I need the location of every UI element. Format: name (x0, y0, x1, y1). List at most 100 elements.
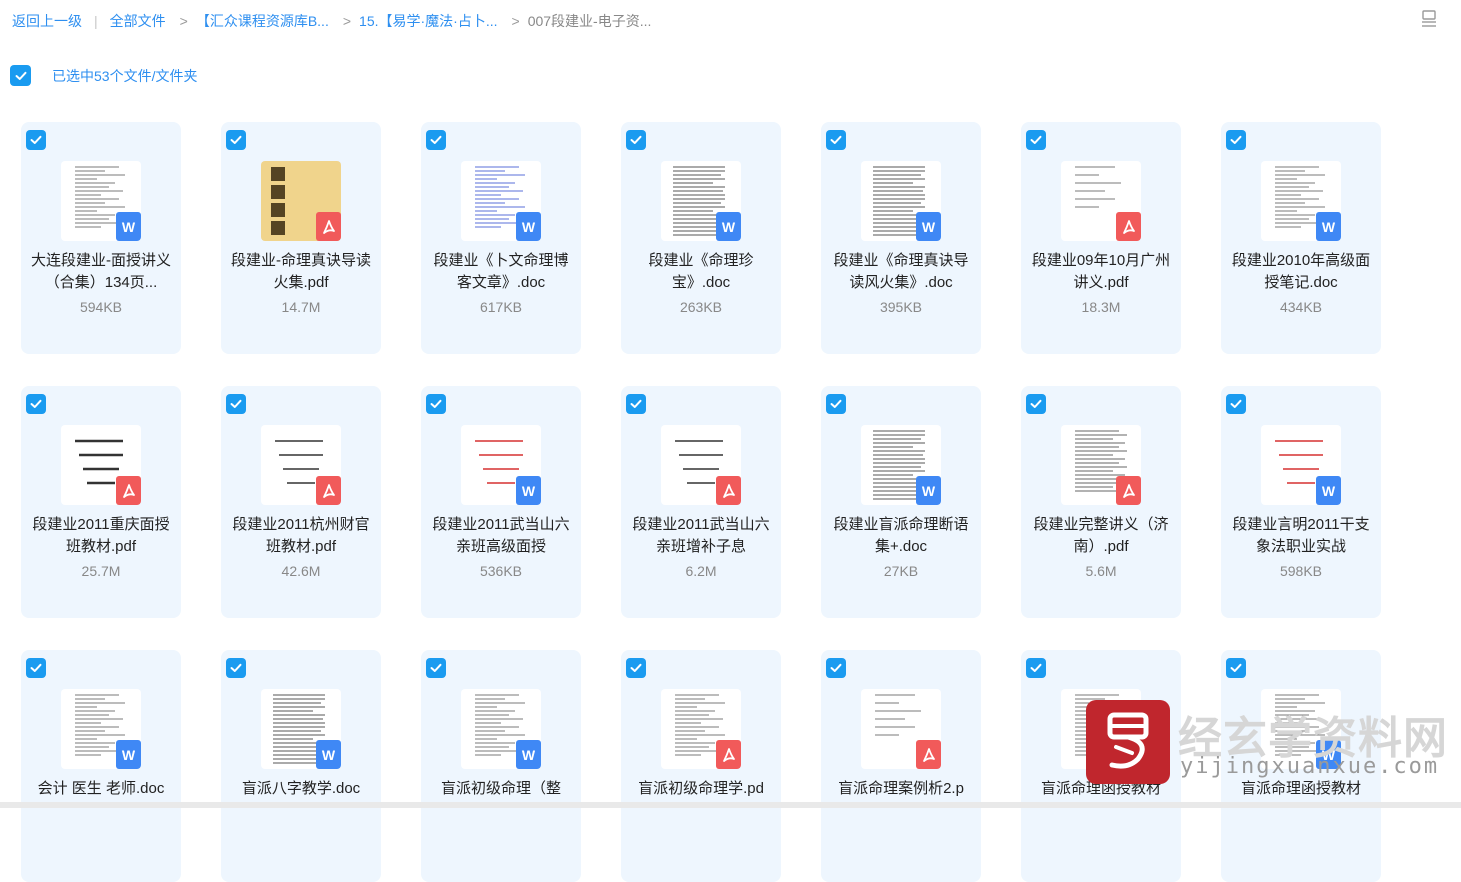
chevron-right-icon: > (342, 13, 352, 29)
check-icon (830, 135, 842, 144)
file-checkbox[interactable] (1026, 658, 1046, 678)
file-name: 段建业盲派命理断语集+.doc (833, 516, 969, 555)
check-icon (230, 663, 242, 672)
chevron-right-icon: > (179, 13, 188, 29)
word-doc-icon: W (716, 212, 741, 241)
file-size: 263KB (679, 299, 723, 315)
file-checkbox[interactable] (826, 130, 846, 150)
file-card[interactable]: W 段建业2010年高级面授笔记.doc 434KB (1221, 122, 1381, 354)
file-card[interactable]: 盲派命理案例析2.p (821, 650, 981, 882)
check-icon (430, 399, 442, 408)
file-card[interactable]: W 段建业《命理真诀导读风火集》.doc 395KB (821, 122, 981, 354)
file-thumbnail: W (661, 161, 741, 241)
file-thumbnail (1061, 161, 1141, 241)
select-all: 已选中53个文件/文件夹 (10, 65, 197, 86)
file-thumbnail: W (461, 425, 541, 505)
pdf-icon (1116, 212, 1141, 241)
file-checkbox[interactable] (26, 130, 46, 150)
file-checkbox[interactable] (1026, 130, 1046, 150)
pdf-icon (716, 476, 741, 505)
file-name: 盲派初级命理学.pd (638, 780, 764, 797)
word-doc-icon: W (916, 212, 941, 241)
file-checkbox[interactable] (26, 658, 46, 678)
file-thumbnail: W (461, 161, 541, 241)
file-card[interactable]: W 段建业盲派命理断语集+.doc 27KB (821, 386, 981, 618)
check-icon (15, 71, 26, 80)
file-card[interactable]: 段建业2011杭州财官班教材.pdf 42.6M (221, 386, 381, 618)
file-size: 5.6M (1085, 563, 1117, 579)
word-doc-icon: W (516, 476, 541, 505)
file-card[interactable]: 段建业2011重庆面授班教材.pdf 25.7M (21, 386, 181, 618)
word-doc-icon: W (516, 740, 541, 769)
file-checkbox[interactable] (226, 658, 246, 678)
file-name: 段建业09年10月广州讲义.pdf (1031, 252, 1171, 291)
back-link[interactable]: 返回上一级 (12, 11, 82, 31)
file-checkbox[interactable] (1026, 394, 1046, 414)
file-card[interactable]: W 段建业《命理珍宝》.doc 263KB (621, 122, 781, 354)
check-icon (830, 663, 842, 672)
horizontal-scrollbar[interactable] (0, 802, 1461, 808)
file-checkbox[interactable] (26, 394, 46, 414)
list-view-icon[interactable] (1421, 10, 1437, 28)
file-name: 会计 医生 老师.doc (37, 780, 165, 797)
file-card[interactable]: W 会计 医生 老师.doc (21, 650, 181, 882)
pdf-icon (1116, 476, 1141, 505)
file-thumbnail: W (61, 689, 141, 769)
file-checkbox[interactable] (226, 130, 246, 150)
file-checkbox[interactable] (426, 658, 446, 678)
file-name: 段建业完整讲义（济南）.pdf (1033, 516, 1169, 555)
file-checkbox[interactable] (1226, 394, 1246, 414)
file-card[interactable]: W 段建业2011武当山六亲班高级面授 536KB (421, 386, 581, 618)
file-size: 536KB (479, 563, 523, 579)
breadcrumb-all-files[interactable]: 全部文件 (110, 11, 166, 31)
file-checkbox[interactable] (826, 394, 846, 414)
file-checkbox[interactable] (426, 130, 446, 150)
file-checkbox[interactable] (626, 130, 646, 150)
check-icon (830, 399, 842, 408)
check-icon (1030, 663, 1042, 672)
file-card[interactable]: 段建业-命理真诀导读火集.pdf 14.7M (221, 122, 381, 354)
file-card[interactable]: W 段建业言明2011干支象法职业实战 598KB (1221, 386, 1381, 618)
file-thumbnail (661, 689, 741, 769)
file-card[interactable]: W 盲派初级命理（整 (421, 650, 581, 882)
file-size: 6.2M (685, 563, 717, 579)
file-checkbox[interactable] (426, 394, 446, 414)
file-name: 盲派命理案例析2.p (838, 780, 964, 797)
file-name: 盲派八字教学.doc (241, 780, 361, 797)
file-size: 395KB (879, 299, 923, 315)
check-icon (30, 399, 42, 408)
file-thumbnail: W (461, 689, 541, 769)
file-checkbox[interactable] (626, 394, 646, 414)
file-size: 25.7M (81, 563, 121, 579)
breadcrumb-folder-2[interactable]: 15.【易学·魔法·占卜... (359, 11, 497, 31)
file-card[interactable]: 段建业09年10月广州讲义.pdf 18.3M (1021, 122, 1181, 354)
check-icon (1030, 135, 1042, 144)
select-all-checkbox[interactable] (10, 65, 31, 86)
file-checkbox[interactable] (1226, 658, 1246, 678)
file-card[interactable]: 段建业完整讲义（济南）.pdf 5.6M (1021, 386, 1181, 618)
file-checkbox[interactable] (1226, 130, 1246, 150)
watermark: 经玄学资料网 yijingxuanxue.com (1086, 694, 1456, 798)
file-thumbnail (861, 689, 941, 769)
word-doc-icon: W (1316, 212, 1341, 241)
check-icon (30, 135, 42, 144)
file-card[interactable]: W 盲派八字教学.doc (221, 650, 381, 882)
file-card[interactable]: 盲派初级命理学.pd (621, 650, 781, 882)
file-name: 段建业《卜文命理博客文章》.doc (433, 252, 569, 291)
file-checkbox[interactable] (826, 658, 846, 678)
file-name: 段建业《命理真诀导读风火集》.doc (833, 252, 969, 291)
file-card[interactable]: 段建业2011武当山六亲班增补子息 6.2M (621, 386, 781, 618)
file-checkbox[interactable] (226, 394, 246, 414)
breadcrumb-folder-1[interactable]: 【汇众课程资源库B... (196, 11, 329, 31)
file-thumbnail: W (1261, 425, 1341, 505)
pdf-icon (916, 740, 941, 769)
check-icon (1230, 663, 1242, 672)
file-card[interactable]: W 大连段建业-面授讲义（合集）134页... 594KB (21, 122, 181, 354)
word-doc-icon: W (516, 212, 541, 241)
file-checkbox[interactable] (626, 658, 646, 678)
check-icon (1230, 399, 1242, 408)
watermark-url: yijingxuanxue.com (1180, 754, 1440, 779)
file-thumbnail (61, 425, 141, 505)
file-thumbnail (261, 425, 341, 505)
file-card[interactable]: W 段建业《卜文命理博客文章》.doc 617KB (421, 122, 581, 354)
